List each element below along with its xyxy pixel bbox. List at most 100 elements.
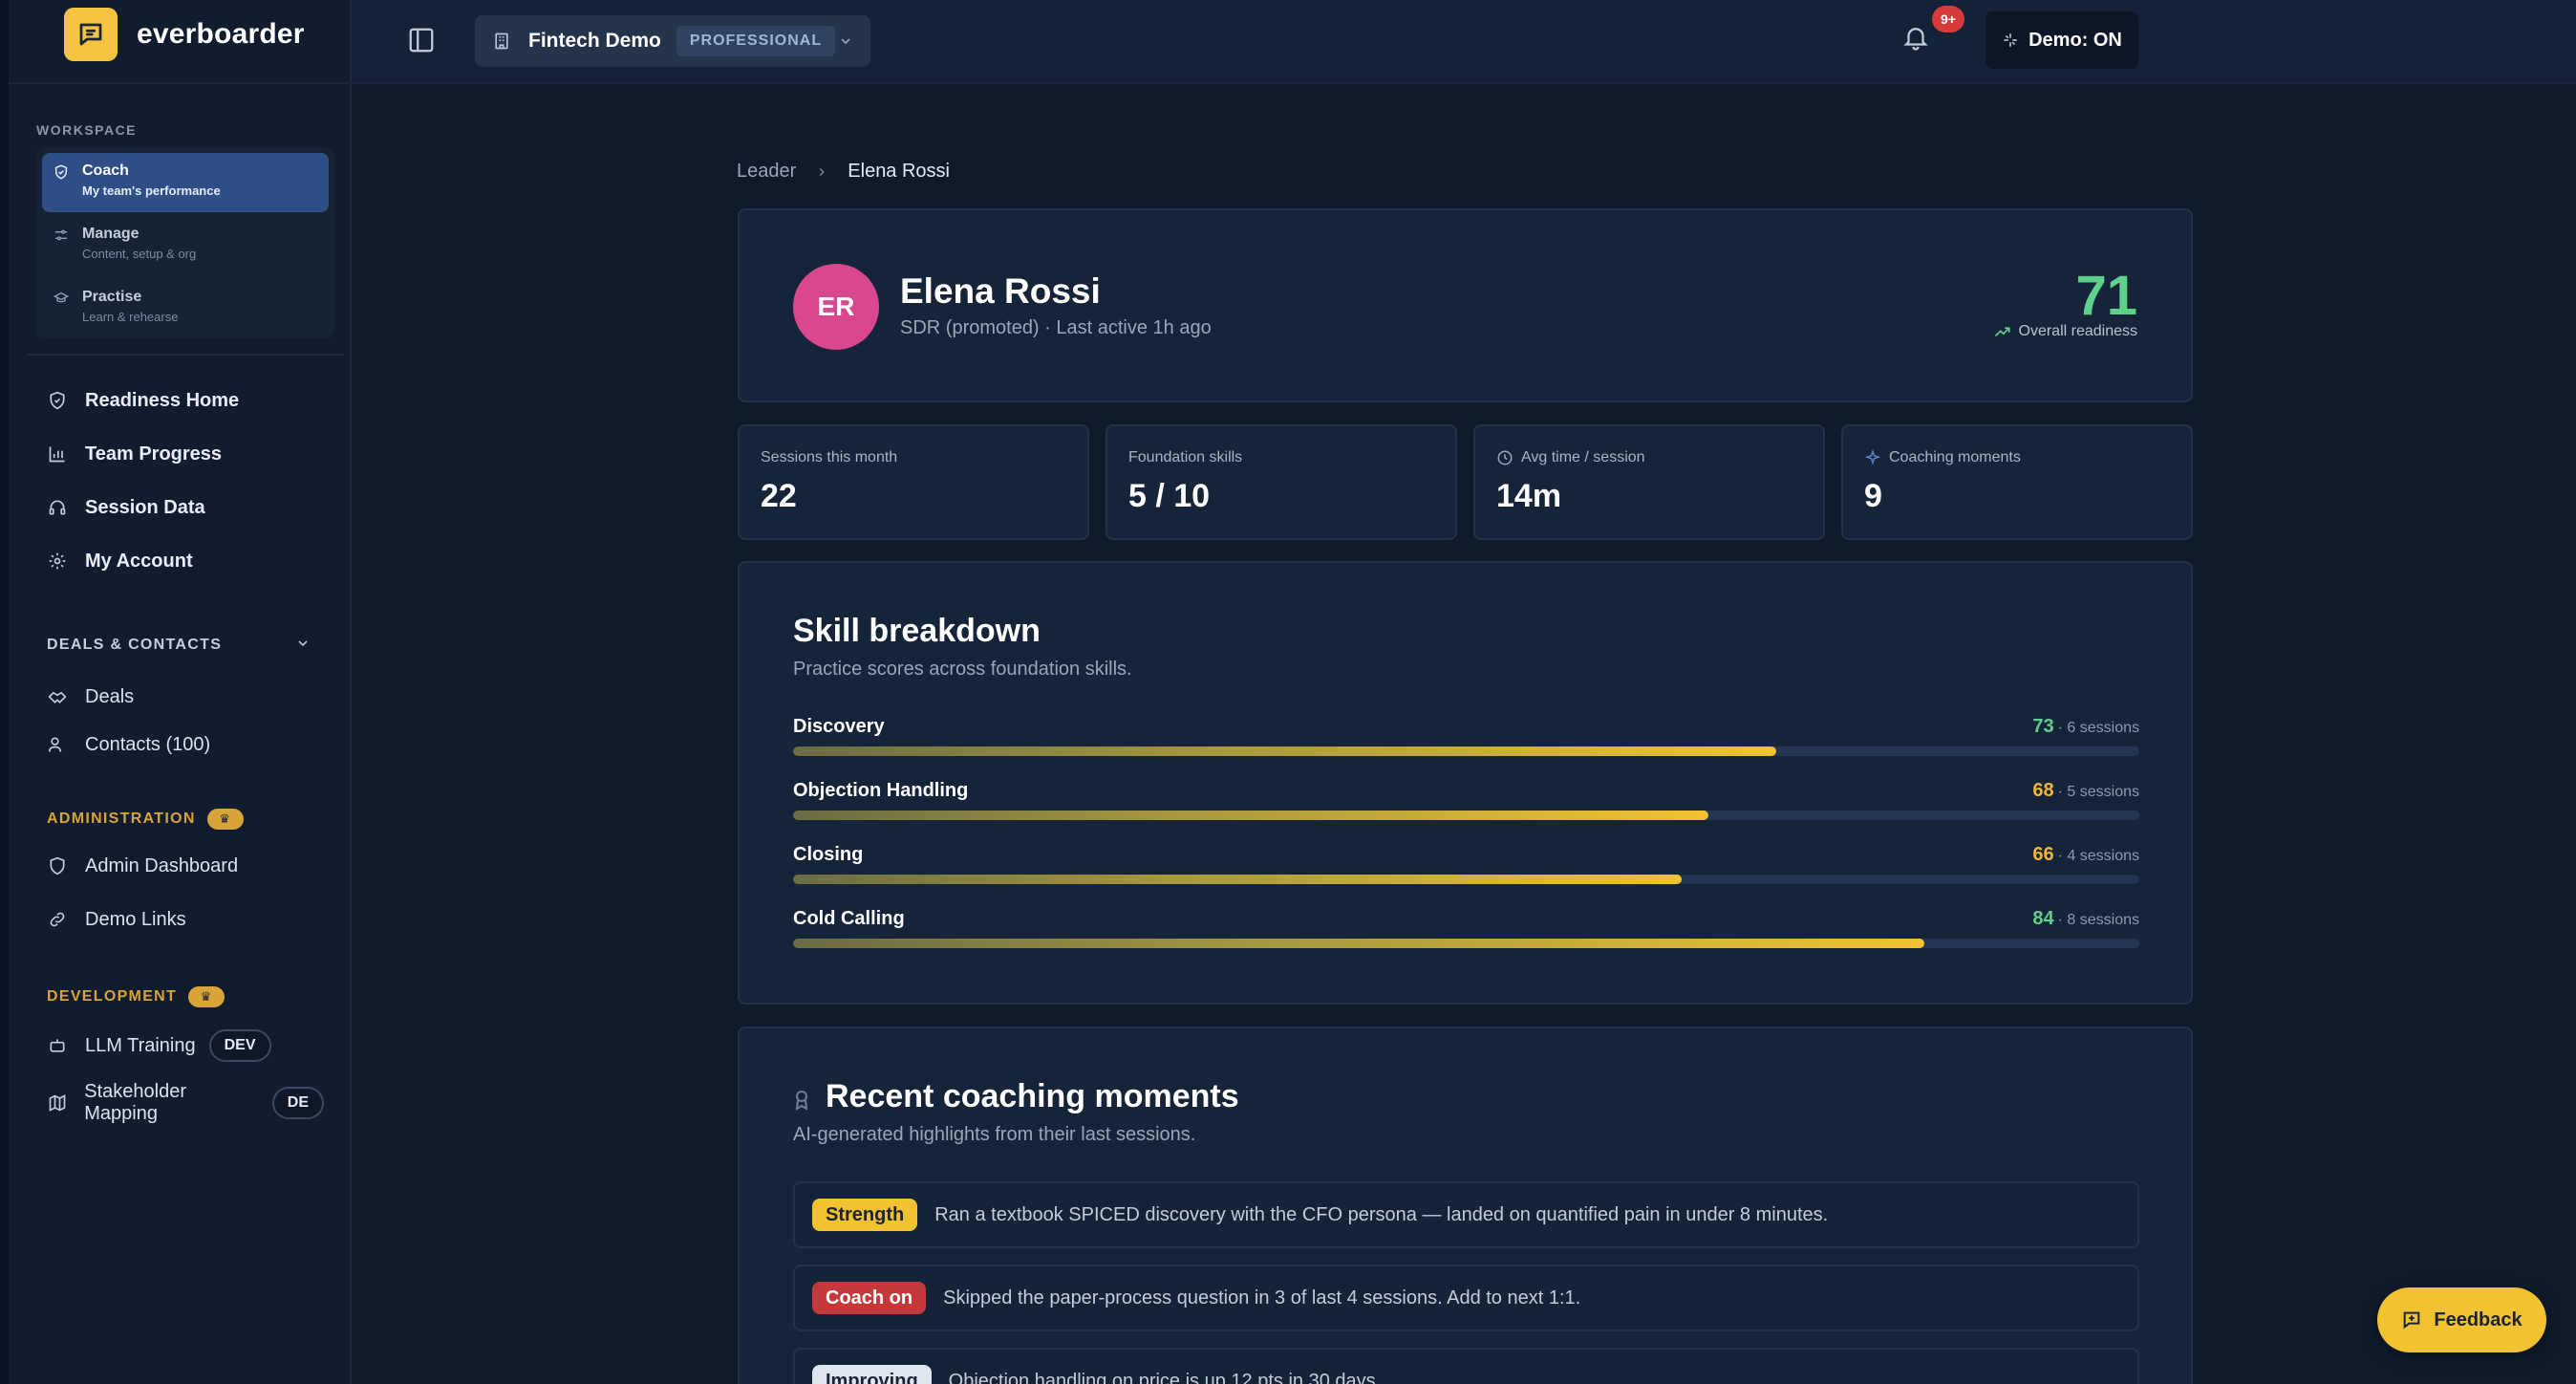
breadcrumb-parent[interactable]: Leader	[737, 161, 796, 183]
coaching-moments-card: Recent coaching moments AI-generated hig…	[738, 1027, 2193, 1384]
section-subtitle: AI-generated highlights from their last …	[793, 1124, 1196, 1145]
readiness-label-text: Overall readiness	[2018, 323, 2138, 339]
chevron-right-icon	[815, 165, 828, 179]
nav-item-readiness-home[interactable]: Readiness Home	[47, 374, 239, 427]
nav-item-label: Deals	[85, 685, 135, 707]
notification-badge: 9+	[1932, 6, 1964, 32]
moment-tag: Coach on	[812, 1282, 927, 1314]
stat-label: Foundation skills	[1128, 449, 1243, 465]
headphones-icon	[47, 497, 68, 518]
crown-icon: ♛	[206, 809, 244, 830]
nav-item-stakeholder-mapping[interactable]: Stakeholder Mapping DE	[47, 1074, 324, 1132]
stat-label: Sessions this month	[761, 449, 898, 465]
award-icon	[793, 1090, 810, 1111]
workspace-item-practise[interactable]: Practise Learn & rehearse	[42, 279, 329, 338]
section-title: Skill breakdown	[793, 613, 1041, 649]
nav-item-contacts[interactable]: Contacts (100)	[47, 721, 210, 768]
skill-score: 68	[2032, 780, 2054, 801]
map-icon	[47, 1092, 67, 1114]
coaching-moment[interactable]: Coach on Skipped the paper-process quest…	[793, 1265, 2139, 1331]
workspace-item-manage[interactable]: Manage Content, setup & org	[42, 216, 329, 275]
org-switcher[interactable]: Fintech Demo PROFESSIONAL	[475, 15, 870, 67]
stat-value: 22	[761, 478, 797, 514]
skill-name: Discovery	[793, 716, 885, 737]
sidebar-toggle-icon[interactable]	[407, 26, 436, 54]
workspace-item-title: Manage	[82, 226, 140, 242]
topbar: Fintech Demo PROFESSIONAL 9+ Demo: ON	[352, 0, 2576, 84]
graduation-cap-icon	[54, 291, 73, 306]
brand[interactable]: everboarder	[64, 8, 305, 61]
profile-card: ER Elena Rossi SDR (promoted) · Last act…	[738, 208, 2193, 402]
window-edge	[0, 0, 9, 1384]
demo-toggle-button[interactable]: Demo: ON	[1986, 11, 2138, 69]
stat-label-row: Avg time / session	[1496, 449, 1645, 466]
moment-text: Ran a textbook SPICED discovery with the…	[934, 1203, 1829, 1225]
readiness-label: Overall readiness	[1994, 323, 2138, 340]
stat-value: 14m	[1496, 478, 1562, 514]
skill-name: Cold Calling	[793, 908, 905, 929]
users-icon	[47, 734, 68, 755]
coaching-moment[interactable]: Improving Objection handling on price is…	[793, 1348, 2139, 1384]
skill-name: Objection Handling	[793, 780, 969, 801]
workspace-item-subtitle: My team's performance	[82, 184, 221, 198]
stat-value: 5 / 10	[1128, 478, 1211, 514]
divider	[9, 82, 352, 84]
coaching-moment[interactable]: Strength Ran a textbook SPICED discovery…	[793, 1181, 2139, 1248]
feedback-label: Feedback	[2434, 1308, 2522, 1330]
workspace-item-subtitle: Content, setup & org	[82, 247, 197, 261]
nav-item-label: Session Data	[85, 496, 205, 518]
stat-card-sessions: Sessions this month 22	[738, 424, 1089, 540]
section-label: ADMINISTRATION	[47, 811, 196, 827]
moment-tag: Strength	[812, 1199, 918, 1231]
section-label: DEVELOPMENT	[47, 988, 178, 1005]
workspace-item-title: Coach	[82, 162, 129, 179]
workspace-item-title: Practise	[82, 289, 142, 305]
workspace-switcher: Coach My team's performance Manage Conte…	[36, 147, 334, 338]
nav-item-label: Demo Links	[85, 908, 186, 930]
section-subtitle: Practice scores across foundation skills…	[793, 659, 1132, 680]
feedback-button[interactable]: Feedback	[2377, 1287, 2546, 1352]
nav-item-label: LLM Training	[85, 1034, 196, 1056]
profile-meta: SDR (promoted) · Last active 1h ago	[900, 317, 1212, 338]
stat-value: 9	[1864, 478, 1882, 514]
dev-nav: LLM Training DEV Stakeholder Mapping DE	[47, 1017, 324, 1132]
section-label: DEALS & CONTACTS	[47, 637, 223, 653]
workspace-item-coach[interactable]: Coach My team's performance	[42, 153, 329, 212]
stat-card-avg-time: Avg time / session 14m	[1473, 424, 1825, 540]
trending-up-icon	[1994, 325, 2011, 338]
skill-score-line: 68 · 5 sessions	[2032, 780, 2139, 802]
shield-icon	[47, 855, 68, 876]
bell-icon[interactable]	[1901, 23, 1934, 55]
plan-badge: PROFESSIONAL	[676, 26, 836, 56]
stat-label: Coaching moments	[1889, 449, 2021, 465]
chevron-down-icon	[838, 33, 853, 49]
dev-section-header: DEVELOPMENT ♛	[47, 986, 225, 1007]
skill-sessions: · 4 sessions	[2057, 848, 2139, 864]
profile-name: Elena Rossi	[900, 271, 1101, 311]
skill-progress-fill	[793, 875, 1682, 884]
nav-item-llm-training[interactable]: LLM Training DEV	[47, 1017, 324, 1074]
sidebar: everboarder WORKSPACE Coach My team's pe…	[9, 0, 352, 1384]
demo-label: Demo: ON	[2029, 29, 2122, 51]
nav-item-label: Stakeholder Mapping	[84, 1081, 186, 1124]
nav-item-deals[interactable]: Deals	[47, 673, 210, 721]
nav-item-session-data[interactable]: Session Data	[47, 481, 239, 534]
nav-item-admin-dashboard[interactable]: Admin Dashboard	[47, 839, 238, 893]
nav-item-label: Contacts (100)	[85, 733, 211, 755]
skill-score-line: 73 · 6 sessions	[2032, 716, 2139, 738]
sparkle-icon	[2002, 32, 2019, 49]
skill-sessions: · 8 sessions	[2057, 912, 2139, 928]
deals-section-header[interactable]: DEALS & CONTACTS	[47, 637, 222, 654]
skill-score-line: 66 · 4 sessions	[2032, 844, 2139, 866]
nav-item-my-account[interactable]: My Account	[47, 534, 239, 588]
stat-card-coaching-moments: Coaching moments 9	[1841, 424, 2193, 540]
stat-card-foundation-skills: Foundation skills 5 / 10	[1106, 424, 1457, 540]
brand-name: everboarder	[137, 18, 305, 50]
chevron-down-icon[interactable]	[295, 636, 311, 651]
nav-item-team-progress[interactable]: Team Progress	[47, 427, 239, 481]
handshake-icon	[47, 686, 68, 707]
sliders-icon	[54, 227, 73, 243]
bar-chart-icon	[47, 443, 68, 465]
dev-badge: DE	[271, 1087, 324, 1119]
nav-item-demo-links[interactable]: Demo Links	[47, 893, 238, 946]
